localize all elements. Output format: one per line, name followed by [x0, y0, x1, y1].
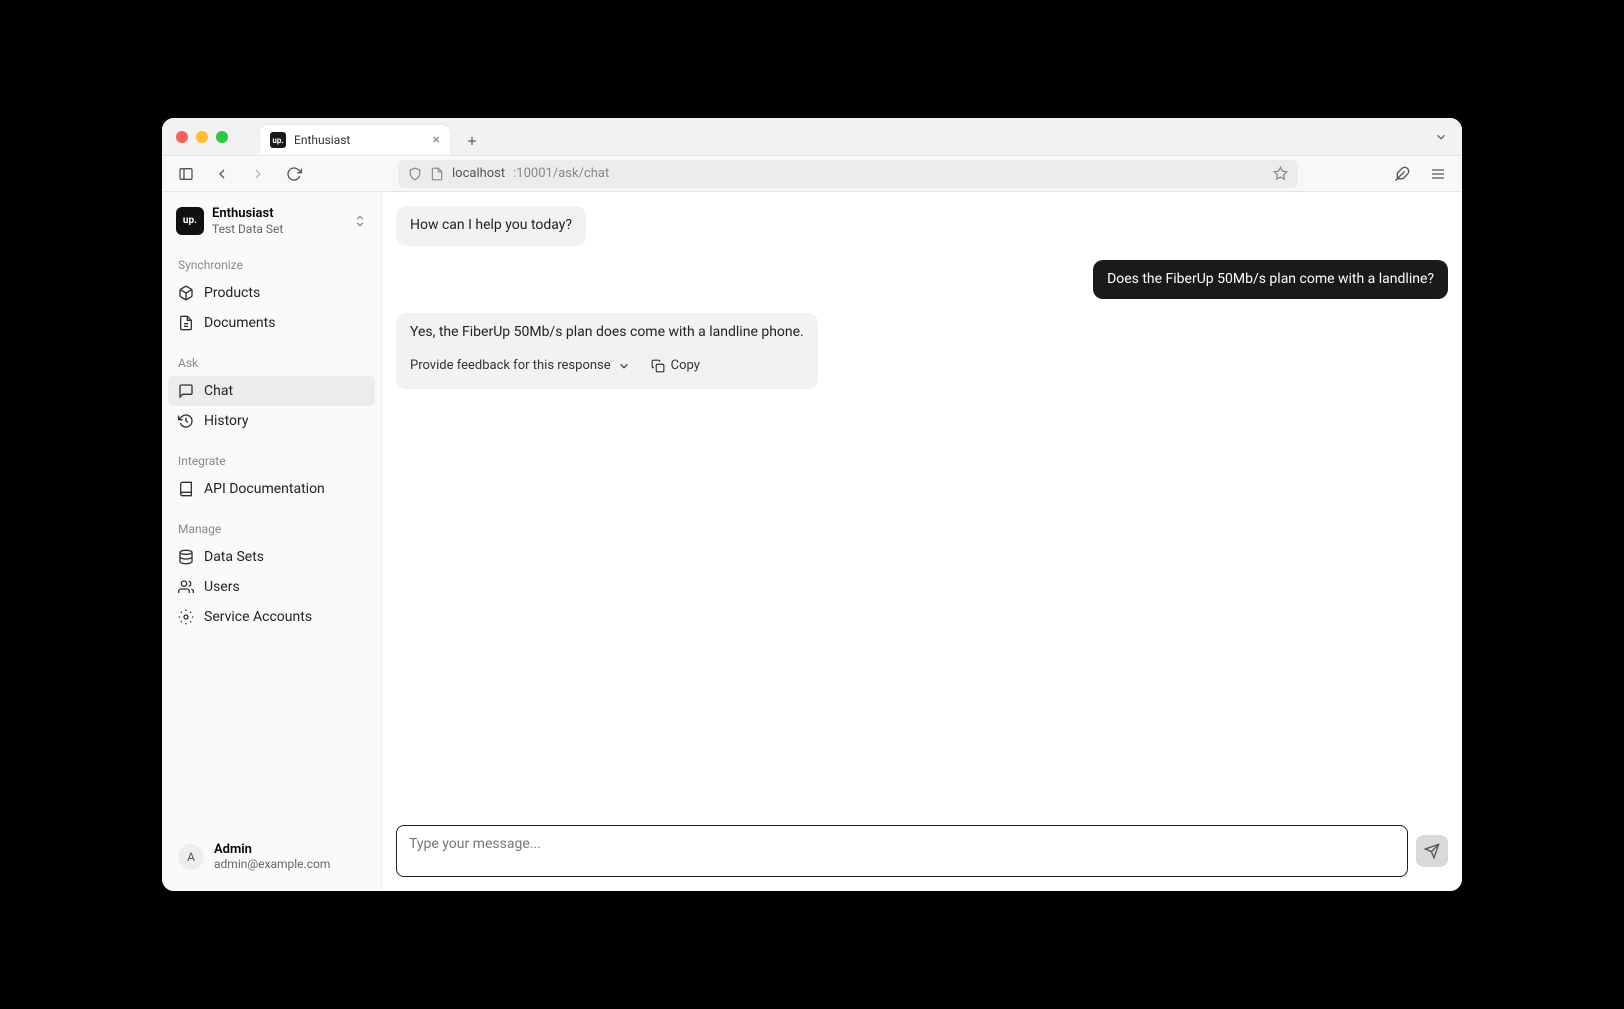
nav-users[interactable]: Users	[168, 572, 375, 602]
browser-tab[interactable]: up. Enthusiast ×	[260, 125, 450, 155]
browser-window: up. Enthusiast ×	[162, 118, 1462, 891]
package-icon	[178, 285, 194, 301]
message-row-assistant: Yes, the FiberUp 50Mb/s plan does come w…	[396, 313, 1448, 389]
url-host: localhost	[452, 166, 505, 181]
nav-history[interactable]: History	[168, 406, 375, 436]
chat-icon	[178, 383, 194, 399]
section-manage: Manage	[168, 504, 375, 542]
nav-products[interactable]: Products	[168, 278, 375, 308]
forward-button[interactable]	[244, 160, 272, 188]
bookmark-icon[interactable]	[1273, 166, 1288, 181]
workspace-name: Enthusiast	[212, 206, 283, 222]
feedback-button[interactable]: Provide feedback for this response	[410, 357, 631, 375]
user-email: admin@example.com	[214, 857, 330, 871]
user-name: Admin	[214, 842, 330, 857]
traffic-lights	[162, 131, 228, 143]
main: How can I help you today? Does the Fiber…	[382, 192, 1462, 891]
copy-icon	[651, 359, 665, 373]
section-synchronize: Synchronize	[168, 240, 375, 278]
message-input[interactable]	[396, 825, 1408, 877]
workspace-logo: up.	[176, 207, 204, 235]
app: up. Enthusiast Test Data Set Synchronize…	[162, 192, 1462, 891]
send-icon	[1424, 843, 1440, 859]
chevron-down-icon	[617, 359, 631, 373]
address-bar[interactable]: localhost :10001/ask/chat	[398, 160, 1298, 188]
action-label: Provide feedback for this response	[410, 357, 611, 375]
window-close-button[interactable]	[176, 131, 188, 143]
nav-label: Data Sets	[204, 549, 264, 565]
workspace-text: Enthusiast Test Data Set	[212, 206, 283, 236]
assistant-message: Yes, the FiberUp 50Mb/s plan does come w…	[396, 313, 818, 389]
action-label: Copy	[671, 357, 700, 375]
browser-toolbar: localhost :10001/ask/chat	[162, 156, 1462, 192]
window-maximize-button[interactable]	[216, 131, 228, 143]
message-actions: Provide feedback for this response Copy	[410, 357, 804, 375]
workspace-switcher[interactable]: up. Enthusiast Test Data Set	[168, 202, 375, 240]
user-menu[interactable]: A Admin admin@example.com	[168, 832, 375, 881]
window-minimize-button[interactable]	[196, 131, 208, 143]
page-icon	[430, 167, 444, 181]
users-icon	[178, 579, 194, 595]
tabs-row: up. Enthusiast ×	[260, 118, 486, 155]
nav-label: Products	[204, 285, 260, 301]
nav-label: API Documentation	[204, 481, 325, 497]
nav-label: History	[204, 413, 249, 429]
back-button[interactable]	[208, 160, 236, 188]
shield-icon	[408, 167, 422, 181]
assistant-message-text: Yes, the FiberUp 50Mb/s plan does come w…	[410, 323, 804, 343]
nav-data-sets[interactable]: Data Sets	[168, 542, 375, 572]
nav-label: Users	[204, 579, 240, 595]
tabs-dropdown-button[interactable]	[1434, 130, 1462, 144]
tab-close-icon[interactable]: ×	[433, 132, 440, 148]
message-row-assistant: How can I help you today?	[396, 206, 1448, 246]
chat-scroll: How can I help you today? Does the Fiber…	[382, 192, 1462, 811]
section-ask: Ask	[168, 338, 375, 376]
book-icon	[178, 481, 194, 497]
extensions-button[interactable]	[1388, 160, 1416, 188]
section-integrate: Integrate	[168, 436, 375, 474]
history-icon	[178, 413, 194, 429]
tab-title: Enthusiast	[294, 133, 350, 147]
assistant-message: How can I help you today?	[396, 206, 586, 246]
key-icon	[178, 609, 194, 625]
reload-button[interactable]	[280, 160, 308, 188]
address-bar-wrap: localhost :10001/ask/chat	[316, 160, 1380, 188]
send-button[interactable]	[1416, 835, 1448, 867]
avatar: A	[178, 844, 204, 870]
composer	[382, 811, 1462, 891]
nav-documents[interactable]: Documents	[168, 308, 375, 338]
new-tab-button[interactable]	[458, 127, 486, 155]
titlebar: up. Enthusiast ×	[162, 118, 1462, 156]
nav-api-docs[interactable]: API Documentation	[168, 474, 375, 504]
copy-button[interactable]: Copy	[651, 357, 700, 375]
chevrons-up-down-icon	[353, 214, 367, 228]
sidebar: up. Enthusiast Test Data Set Synchronize…	[162, 192, 382, 891]
message-row-user: Does the FiberUp 50Mb/s plan come with a…	[396, 260, 1448, 300]
sidebar-toggle-button[interactable]	[172, 160, 200, 188]
nav-label: Documents	[204, 315, 275, 331]
nav-label: Service Accounts	[204, 609, 312, 625]
user-message: Does the FiberUp 50Mb/s plan come with a…	[1093, 260, 1448, 300]
nav-chat[interactable]: Chat	[168, 376, 375, 406]
menu-button[interactable]	[1424, 160, 1452, 188]
url-path: :10001/ask/chat	[513, 166, 609, 181]
database-icon	[178, 549, 194, 565]
favicon: up.	[270, 132, 286, 148]
file-icon	[178, 315, 194, 331]
nav-label: Chat	[204, 383, 233, 399]
workspace-dataset: Test Data Set	[212, 222, 283, 236]
nav-service-accounts[interactable]: Service Accounts	[168, 602, 375, 632]
